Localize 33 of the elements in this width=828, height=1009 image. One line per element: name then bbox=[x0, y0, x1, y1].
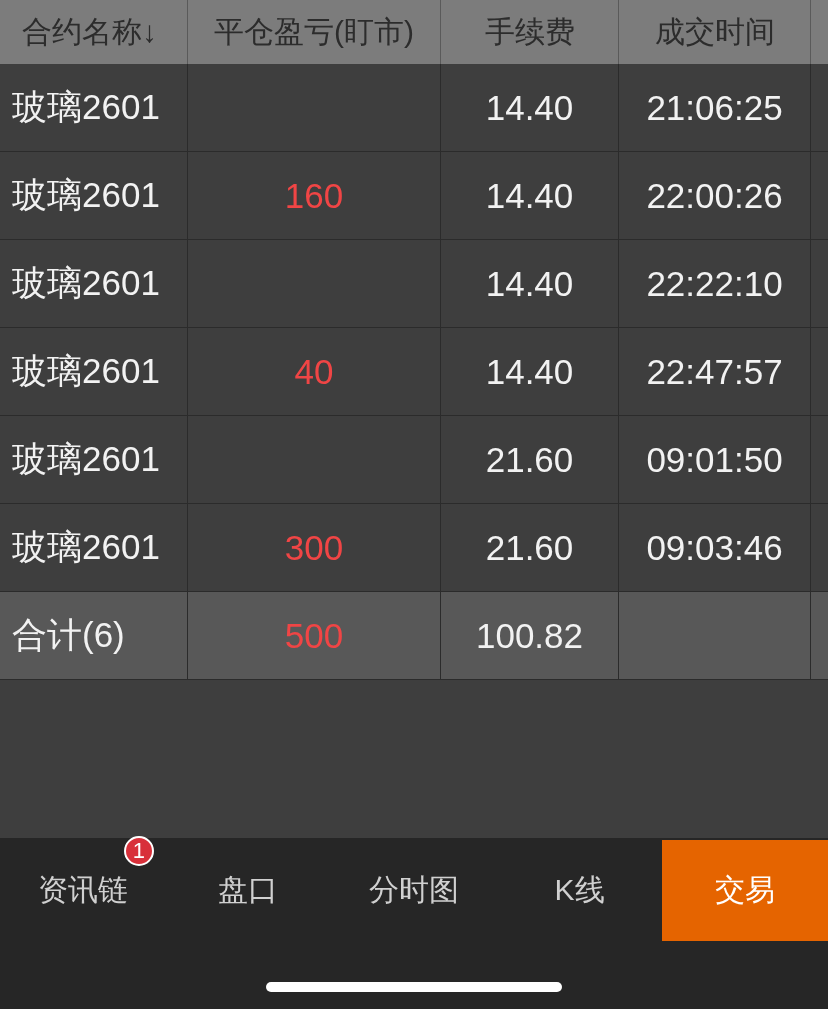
table-cell: 14.40 bbox=[441, 152, 619, 240]
table-cell: 合计(6) bbox=[0, 592, 188, 680]
table-cell: 玻璃2601 bbox=[0, 64, 188, 152]
table-cell: 160 bbox=[188, 152, 441, 240]
table-cell: 玻璃2601 bbox=[0, 152, 188, 240]
table-cell: 500 bbox=[188, 592, 441, 680]
table-cell: 09:01:50 bbox=[619, 416, 811, 504]
tab[interactable]: K线 bbox=[496, 840, 663, 941]
table-cell: 100.82 bbox=[441, 592, 619, 680]
table-cell: 14.40 bbox=[441, 64, 619, 152]
table-cell: 14.40 bbox=[441, 328, 619, 416]
table-cell: 40 bbox=[188, 328, 441, 416]
column-header: 平仓盈亏(盯市) bbox=[188, 0, 441, 64]
table-cell: 玻璃2601 bbox=[0, 240, 188, 328]
table-cell: 22:00:26 bbox=[619, 152, 811, 240]
column-header: 成交时间 bbox=[619, 0, 811, 64]
table-cell: 300 bbox=[188, 504, 441, 592]
column-header bbox=[811, 0, 828, 64]
table-cell: 22:47:57 bbox=[619, 328, 811, 416]
column-header: 合约名称↓ bbox=[0, 0, 188, 64]
table-cell: 玻璃2601 bbox=[0, 416, 188, 504]
notification-badge: 1 bbox=[123, 836, 154, 866]
table-cell: 21.60 bbox=[441, 416, 619, 504]
table-cell: 玻璃2601 bbox=[0, 504, 188, 592]
table-cell: 玻璃2601 bbox=[0, 328, 188, 416]
column-header: 手续费 bbox=[441, 0, 619, 64]
table-cell: 21:06:25 bbox=[619, 64, 811, 152]
tab[interactable]: 分时图 bbox=[331, 840, 497, 941]
table-cell: 22:22:10 bbox=[619, 240, 811, 328]
tab[interactable]: 盘口 bbox=[165, 840, 332, 941]
table-cell: 09:03:46 bbox=[619, 504, 811, 592]
table-cell: 14.40 bbox=[441, 240, 619, 328]
table-cell: 21.60 bbox=[441, 504, 619, 592]
